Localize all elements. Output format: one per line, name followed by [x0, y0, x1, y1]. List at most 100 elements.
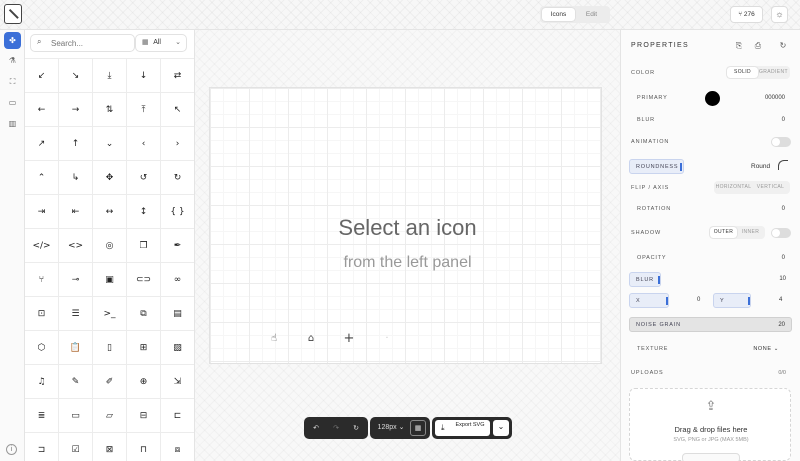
touch-icon[interactable]: ☝: [263, 328, 285, 350]
folder-icon[interactable]: ▱: [93, 399, 127, 433]
upload-dropzone[interactable]: ⇪ Drag & drop files here SVG, PNG or JPG…: [629, 388, 791, 461]
shadow-blur-slider[interactable]: BLUR: [629, 272, 661, 287]
roundness-handle[interactable]: [680, 163, 682, 171]
book-icon[interactable]: ▥: [4, 115, 21, 132]
file-edit-icon[interactable]: ✐: [93, 365, 127, 399]
arrow-down-right-icon[interactable]: ↘: [59, 59, 93, 93]
export-svg-button[interactable]: ⤓ Export SVG: [435, 420, 490, 436]
texture-select[interactable]: NONE ⌄: [753, 346, 779, 352]
file-import-icon[interactable]: ⎘: [733, 40, 745, 52]
github-stars-button[interactable]: ⑂ 276: [730, 6, 763, 23]
move-horizontal-icon[interactable]: ↔: [93, 195, 127, 229]
move-vertical-icon[interactable]: ↕: [127, 195, 161, 229]
app-logo[interactable]: [4, 4, 22, 24]
copy-icon[interactable]: ❐: [127, 229, 161, 263]
browse-files-button[interactable]: [682, 453, 740, 461]
info-icon[interactable]: i: [6, 444, 17, 455]
folder-closed-icon[interactable]: ⊓: [127, 433, 161, 461]
chevron-left-icon[interactable]: ‹: [127, 127, 161, 161]
file-text-icon[interactable]: ≣: [25, 399, 59, 433]
inbox-icon[interactable]: ⌂: [300, 328, 322, 350]
noise-grain-slider[interactable]: NOISE GRAIN 20: [629, 317, 792, 332]
terminal-icon[interactable]: >_: [93, 297, 127, 331]
dot-icon[interactable]: ·: [376, 328, 398, 350]
code-icon[interactable]: <>: [59, 229, 93, 263]
tab-outer[interactable]: OUTER: [710, 227, 737, 238]
folder-input-icon[interactable]: ⊐: [25, 433, 59, 461]
arrow-up-down-icon[interactable]: ⇅: [93, 93, 127, 127]
skip-forward-icon[interactable]: ⇥: [25, 195, 59, 229]
folder-edit-icon[interactable]: ⊠: [93, 433, 127, 461]
chevron-down-icon[interactable]: ⌄: [93, 127, 127, 161]
tab-icons[interactable]: Icons: [542, 8, 575, 21]
shadow-blur-handle[interactable]: [658, 276, 660, 284]
box-icon[interactable]: ⬡: [25, 331, 59, 365]
tab-edit[interactable]: Edit: [575, 8, 608, 21]
file-export-icon[interactable]: ⎙: [752, 40, 764, 52]
pen-tool-icon[interactable]: ✒: [161, 229, 194, 263]
arrow-down-to-line-icon[interactable]: ⤓: [93, 59, 127, 93]
blur-value[interactable]: 0: [782, 117, 785, 123]
refresh-icon[interactable]: ↻: [348, 420, 364, 436]
scan-face-icon[interactable]: ▣: [93, 263, 127, 297]
folder-open-icon[interactable]: ⊏: [161, 399, 194, 433]
plus-icon[interactable]: +: [338, 328, 360, 350]
file-audio-icon[interactable]: ♫: [25, 365, 59, 399]
theme-toggle-button[interactable]: ☼: [771, 6, 788, 23]
copy-plus-icon[interactable]: ⧈: [161, 433, 194, 461]
export-menu-button[interactable]: ⌄: [493, 420, 509, 436]
scan-icon[interactable]: ⛶: [4, 73, 21, 90]
roundness-slider[interactable]: ROUNDNESS: [629, 159, 684, 174]
file-plus-icon[interactable]: ⊞: [127, 331, 161, 365]
file-pen-icon[interactable]: ✎: [59, 365, 93, 399]
git-branch-icon[interactable]: ⑂: [25, 263, 59, 297]
tab-horizontal[interactable]: HORIZONTAL: [715, 182, 752, 193]
redo-icon[interactable]: ↷: [328, 420, 344, 436]
opacity-value[interactable]: 0: [782, 255, 785, 261]
compass-icon[interactable]: ◎: [93, 229, 127, 263]
rotate-cw-icon[interactable]: ↻: [161, 161, 194, 195]
git-commit-icon[interactable]: ⊸: [59, 263, 93, 297]
file-plus-2-icon[interactable]: ⊕: [127, 365, 161, 399]
search-input[interactable]: [51, 36, 131, 51]
arrow-up-icon[interactable]: ↑: [59, 127, 93, 161]
workflow-icon[interactable]: ⧉: [127, 297, 161, 331]
archive-icon[interactable]: ▤: [161, 297, 194, 331]
link-icon[interactable]: ∞: [161, 263, 194, 297]
grid-toggle-icon[interactable]: ▦: [410, 420, 426, 436]
link-2-icon[interactable]: ⊂⊃: [127, 263, 161, 297]
primary-color-swatch[interactable]: [705, 91, 720, 106]
primary-hex-value[interactable]: 000000: [765, 95, 785, 101]
code-xml-icon[interactable]: </>: [25, 229, 59, 263]
animation-toggle[interactable]: [771, 137, 791, 147]
clipboard-icon[interactable]: ▯: [93, 331, 127, 365]
category-filter-select[interactable]: ▦ All ⌄: [135, 34, 187, 52]
arrow-left-icon[interactable]: ←: [25, 93, 59, 127]
shadow-x-handle[interactable]: [666, 297, 668, 305]
reset-icon[interactable]: ↻: [777, 40, 789, 52]
braces-icon[interactable]: { }: [161, 195, 194, 229]
square-code-icon[interactable]: ⊡: [25, 297, 59, 331]
shadow-y-slider[interactable]: Y: [713, 293, 751, 308]
flask-icon[interactable]: ⚗: [4, 52, 21, 69]
skip-back-icon[interactable]: ⇤: [59, 195, 93, 229]
tab-gradient[interactable]: GRADIENT: [758, 67, 789, 78]
move-icon[interactable]: ✥: [93, 161, 127, 195]
undo-icon[interactable]: ↶: [308, 420, 324, 436]
paint-roller-icon[interactable]: ▭: [4, 94, 21, 111]
arrow-up-left-icon[interactable]: ↖: [161, 93, 194, 127]
server-icon[interactable]: ☰: [59, 297, 93, 331]
folder-check-icon[interactable]: ☑: [59, 433, 93, 461]
shadow-y-handle[interactable]: [748, 297, 750, 305]
chevron-right-icon[interactable]: ›: [161, 127, 194, 161]
arrow-right-icon[interactable]: →: [59, 93, 93, 127]
folder-plus-icon[interactable]: ⊟: [127, 399, 161, 433]
arrow-down-icon[interactable]: ↓: [127, 59, 161, 93]
tab-inner[interactable]: INNER: [737, 227, 764, 238]
shadow-x-slider[interactable]: X: [629, 293, 669, 308]
corner-down-right-icon[interactable]: ↳: [59, 161, 93, 195]
size-select[interactable]: 128px ⌄: [373, 420, 409, 436]
corner-round-icon[interactable]: [778, 160, 788, 170]
rotate-ccw-icon[interactable]: ↺: [127, 161, 161, 195]
arrow-down-left-icon[interactable]: ↙: [25, 59, 59, 93]
